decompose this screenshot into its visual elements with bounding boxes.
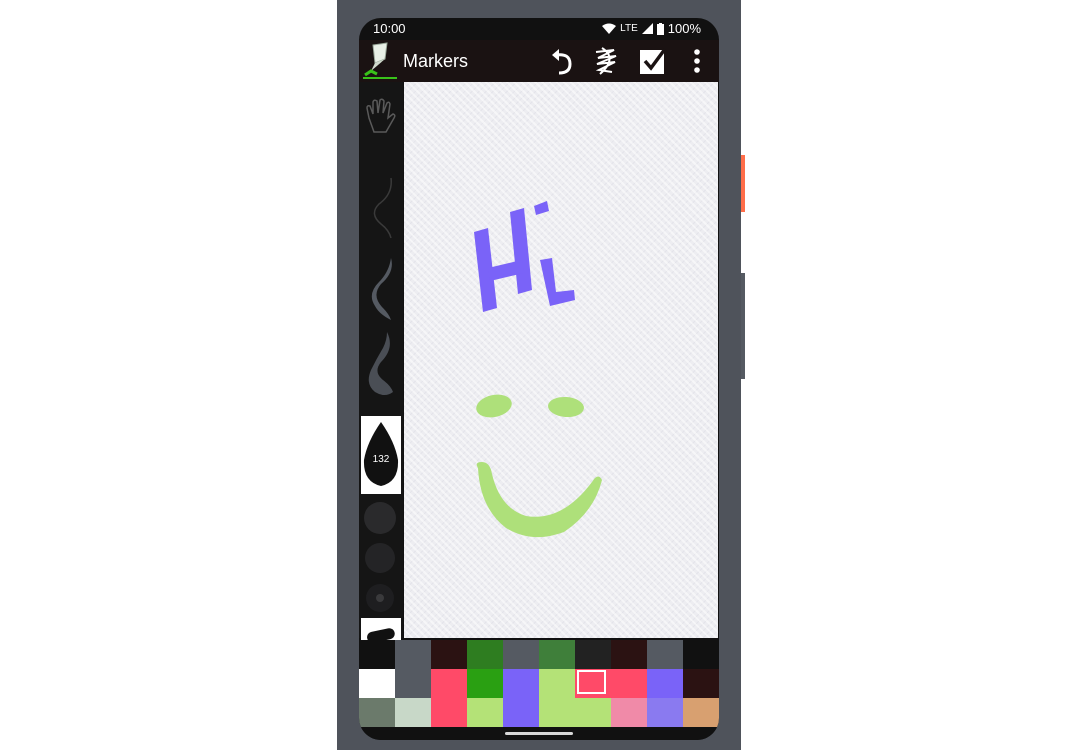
color-swatch[interactable] xyxy=(683,669,719,698)
color-swatch[interactable] xyxy=(683,640,719,669)
dot-large-tool[interactable] xyxy=(361,500,401,536)
color-swatch[interactable] xyxy=(395,669,431,698)
hand-icon xyxy=(366,98,396,133)
undo-button[interactable] xyxy=(546,44,578,78)
color-swatch[interactable] xyxy=(575,640,611,669)
tool-strip: 132 xyxy=(359,82,403,654)
medium-stroke-icon xyxy=(371,258,392,320)
medium-stroke-tool[interactable] xyxy=(361,254,401,324)
hi-drawing xyxy=(474,201,575,312)
hi-text: Hi xyxy=(496,257,498,259)
color-swatch[interactable] xyxy=(539,640,575,669)
brush-size-selected[interactable]: 132 xyxy=(361,416,401,494)
color-swatch[interactable] xyxy=(647,698,683,727)
medium-dot-icon xyxy=(365,543,395,573)
dot-small-tool[interactable] xyxy=(361,580,401,616)
power-button xyxy=(741,155,745,212)
thin-stroke-tool[interactable] xyxy=(361,172,401,242)
dot-medium-tool[interactable] xyxy=(361,540,401,576)
color-swatch[interactable] xyxy=(467,669,503,698)
volume-button xyxy=(741,273,745,379)
smiley-drawing xyxy=(476,394,602,538)
status-time: 10:00 xyxy=(373,21,406,36)
app-bar: Markers xyxy=(359,40,719,82)
color-swatch[interactable] xyxy=(359,640,395,669)
color-swatch[interactable] xyxy=(647,640,683,669)
color-swatch[interactable] xyxy=(503,640,539,669)
color-swatch[interactable] xyxy=(575,698,611,727)
color-swatch[interactable] xyxy=(575,669,611,698)
wifi-icon xyxy=(602,23,617,34)
battery-percent: 100% xyxy=(667,21,701,36)
color-swatch[interactable] xyxy=(611,698,647,727)
more-options-button[interactable] xyxy=(681,44,713,78)
clear-canvas-button[interactable] xyxy=(590,44,622,78)
color-swatch[interactable] xyxy=(539,669,575,698)
color-swatch[interactable] xyxy=(503,698,539,727)
color-swatch[interactable] xyxy=(467,698,503,727)
large-dot-icon xyxy=(364,502,396,534)
done-button[interactable] xyxy=(637,44,669,78)
battery-icon xyxy=(656,22,664,35)
color-swatch[interactable] xyxy=(611,669,647,698)
status-icons: LTE 100% xyxy=(602,21,701,36)
drawing-layer: Hi xyxy=(474,201,602,538)
undo-icon xyxy=(552,49,572,75)
navigation-bar xyxy=(359,728,719,740)
home-gesture-handle[interactable] xyxy=(505,732,573,735)
color-palette xyxy=(359,640,719,728)
phone-screen: 10:00 LTE 100% Markers 132 Hi xyxy=(359,18,719,740)
thick-stroke-icon xyxy=(368,332,393,395)
app-title: Markers xyxy=(403,51,469,71)
marker-pen-logo-icon xyxy=(363,42,397,79)
color-swatch[interactable] xyxy=(359,669,395,698)
color-swatch[interactable] xyxy=(395,698,431,727)
color-swatch[interactable] xyxy=(647,669,683,698)
drawing-canvas[interactable]: Hi xyxy=(404,82,718,638)
brush-size-value: 132 xyxy=(372,454,390,465)
color-swatch[interactable] xyxy=(503,669,539,698)
checkbox-icon xyxy=(640,47,667,74)
scribble-icon xyxy=(595,47,617,75)
color-swatch[interactable] xyxy=(539,698,575,727)
color-swatch[interactable] xyxy=(683,698,719,727)
color-swatch[interactable] xyxy=(467,640,503,669)
color-swatch[interactable] xyxy=(359,698,395,727)
network-label: LTE xyxy=(620,23,638,34)
small-dot-icon xyxy=(366,584,394,612)
pan-tool[interactable] xyxy=(361,88,401,158)
color-swatch[interactable] xyxy=(431,669,467,698)
thin-stroke-icon xyxy=(373,177,392,239)
signal-icon xyxy=(641,23,653,34)
color-swatch[interactable] xyxy=(431,640,467,669)
status-bar: 10:00 LTE 100% xyxy=(359,18,719,40)
more-vert-icon xyxy=(694,49,700,73)
color-swatch[interactable] xyxy=(611,640,647,669)
color-swatch[interactable] xyxy=(431,698,467,727)
thick-stroke-tool[interactable] xyxy=(361,328,401,398)
color-swatch[interactable] xyxy=(395,640,431,669)
